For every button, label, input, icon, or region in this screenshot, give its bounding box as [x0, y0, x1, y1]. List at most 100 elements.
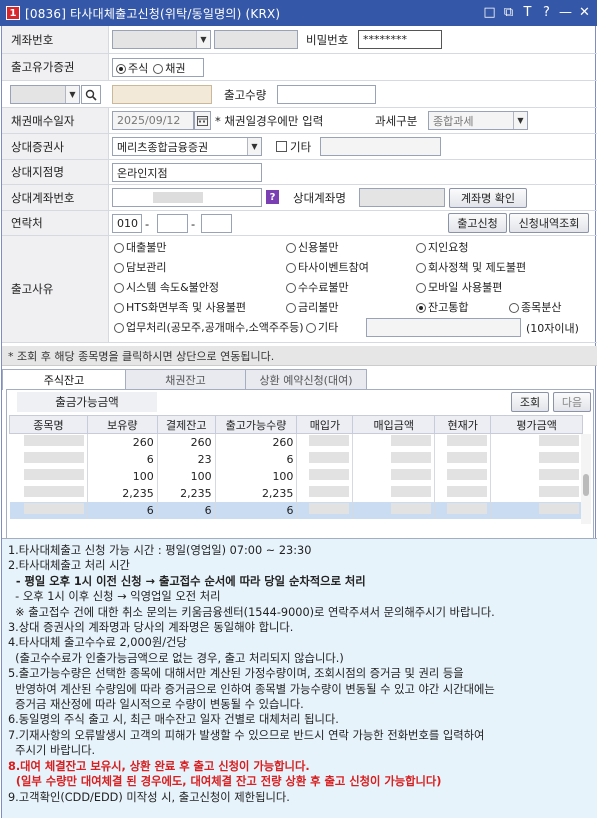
column-header[interactable]: 결제잔고 — [156, 415, 216, 434]
reason-option[interactable]: 금리불만 — [286, 299, 338, 315]
reason-radio[interactable] — [416, 283, 426, 293]
reason-option[interactable]: 모바일 사용불편 — [416, 279, 502, 295]
window-title: [0836] 타사대체출고신청(위탁/동일명의) (KRX) — [25, 6, 281, 21]
contact-separator: - — [191, 216, 196, 231]
tab-stock-balance[interactable]: 주식잔고 — [2, 369, 126, 390]
tax-value: 종합과세 — [433, 114, 474, 128]
reason-radio[interactable] — [286, 243, 296, 253]
counter-account-input[interactable] — [112, 188, 262, 207]
apply-button[interactable]: 출고신청 — [448, 213, 507, 233]
column-header[interactable]: 평가금액 — [490, 415, 583, 434]
tile-icon[interactable]: ⧉ — [500, 4, 517, 21]
column-header[interactable]: 보유량 — [86, 415, 158, 434]
column-header[interactable]: 출고가능수량 — [214, 415, 298, 434]
reason-option-label: 모바일 사용불편 — [428, 281, 503, 294]
reason-radio[interactable] — [286, 263, 296, 273]
account-select[interactable]: ▼ — [112, 30, 211, 49]
table-scrollbar[interactable] — [581, 434, 591, 524]
reason-radio[interactable] — [306, 323, 316, 333]
counter-account-name-field — [359, 188, 445, 207]
text-size-icon[interactable]: T — [519, 4, 536, 21]
reason-radio[interactable] — [416, 243, 426, 253]
reason-option[interactable]: 종목분산 — [509, 299, 561, 315]
tab-lending-repay[interactable]: 상환 예약신청(대여) — [245, 369, 367, 390]
reason-radio[interactable] — [114, 303, 124, 313]
reason-radio[interactable] — [114, 243, 124, 253]
contact-prefix-input[interactable]: 010 — [112, 214, 142, 233]
history-button[interactable]: 신청내역조회 — [509, 213, 589, 233]
etc-checkbox[interactable] — [276, 141, 287, 152]
table-cell: 260 — [157, 433, 216, 451]
reason-radio[interactable] — [114, 323, 124, 333]
reason-option[interactable]: 담보관리 — [114, 259, 166, 275]
reason-etc-input[interactable] — [366, 318, 521, 337]
reason-option[interactable]: 대출불만 — [114, 239, 166, 255]
table-cell — [296, 501, 354, 519]
counter-branch-input[interactable]: 온라인지점 — [112, 163, 262, 182]
etc-broker-input[interactable] — [320, 137, 441, 156]
reason-radio[interactable] — [286, 303, 296, 313]
table-cell — [490, 484, 583, 502]
masked-account — [153, 192, 203, 203]
reason-radio[interactable] — [114, 283, 124, 293]
help-icon[interactable]: ? — [266, 190, 279, 204]
table-cell — [434, 450, 492, 468]
reason-option[interactable]: HTS화면부족 및 사용불편 — [114, 299, 246, 315]
radio-bond[interactable] — [153, 63, 164, 74]
query-button[interactable]: 조회 — [511, 392, 549, 412]
window-titlebar: 1 [0836] 타사대체출고신청(위탁/동일명의) (KRX) □ ⧉ T ?… — [0, 0, 597, 26]
counter-broker-select[interactable]: 메리츠종합금융증권 ▼ — [112, 137, 262, 156]
calendar-button[interactable] — [194, 111, 211, 130]
reason-option-label: 기타 — [318, 321, 339, 334]
quantity-input[interactable] — [277, 85, 376, 104]
next-button[interactable]: 다음 — [553, 392, 591, 412]
scroll-thumb[interactable] — [583, 474, 589, 496]
contact-last-input[interactable] — [201, 214, 232, 233]
column-header[interactable]: 현재가 — [434, 415, 492, 434]
reason-option[interactable]: 타사이벤트참여 — [286, 259, 369, 275]
tab-bond-balance[interactable]: 채권잔고 — [125, 369, 246, 390]
table-row[interactable]: 2,235 2,235 2,235 — [9, 484, 583, 502]
reason-radio[interactable] — [509, 303, 519, 313]
reason-radio[interactable] — [286, 283, 296, 293]
contact-middle-input[interactable] — [157, 214, 188, 233]
chevron-down-icon[interactable]: ▼ — [65, 86, 79, 103]
radio-stock[interactable] — [116, 63, 126, 74]
counter-broker-row: 상대증권사 메리츠종합금융증권 ▼ 기타 — [2, 134, 597, 160]
reason-option[interactable]: 업무처리(공모주,공개매수,소액주주등) — [114, 319, 304, 335]
bond-date-input[interactable]: 2025/09/12 — [112, 111, 194, 130]
password-input[interactable]: ******** — [358, 30, 442, 49]
chevron-down-icon[interactable]: ▼ — [247, 138, 261, 155]
column-header[interactable]: 매입가 — [296, 415, 354, 434]
column-header[interactable]: 종목명 — [9, 415, 88, 434]
table-row[interactable]: 666 — [9, 501, 583, 519]
reason-option[interactable]: 수수료불만 — [286, 279, 349, 295]
column-header[interactable]: 매입금액 — [352, 415, 436, 434]
table-cell — [9, 433, 88, 451]
etc-label: 기타 — [290, 139, 312, 154]
reason-radio[interactable] — [416, 303, 426, 313]
table-row[interactable]: 6 23 6 — [9, 450, 583, 468]
reason-option[interactable]: 시스템 속도&불안정 — [114, 279, 219, 295]
tax-select[interactable]: 종합과세 ▼ — [428, 111, 528, 130]
chevron-down-icon[interactable]: ▼ — [196, 31, 210, 48]
check-account-name-button[interactable]: 계좌명 확인 — [449, 188, 527, 208]
restore-icon[interactable]: □ — [481, 4, 498, 21]
security-type-group: 주식 채권 — [112, 58, 204, 77]
stock-search-button[interactable] — [81, 85, 101, 104]
table-row[interactable]: 260 260 260 — [9, 433, 583, 451]
stock-code-select[interactable]: ▼ — [10, 85, 80, 104]
reason-radio[interactable] — [114, 263, 124, 273]
reason-option[interactable]: 지인요청 — [416, 239, 468, 255]
help-icon[interactable]: ? — [538, 4, 555, 21]
reason-option[interactable]: 잔고통합 — [416, 299, 468, 315]
reason-option[interactable]: 회사정책 및 제도불편 — [416, 259, 526, 275]
minimize-icon[interactable]: — — [557, 4, 574, 21]
reason-radio[interactable] — [416, 263, 426, 273]
table-row[interactable]: 100 100 100 — [9, 467, 583, 485]
reason-option[interactable]: 기타 — [306, 319, 338, 335]
close-icon[interactable]: ✕ — [576, 4, 593, 21]
chevron-down-icon[interactable]: ▼ — [513, 112, 527, 129]
reason-option[interactable]: 신용불만 — [286, 239, 338, 255]
reason-option-label: 회사정책 및 제도불편 — [428, 261, 527, 274]
